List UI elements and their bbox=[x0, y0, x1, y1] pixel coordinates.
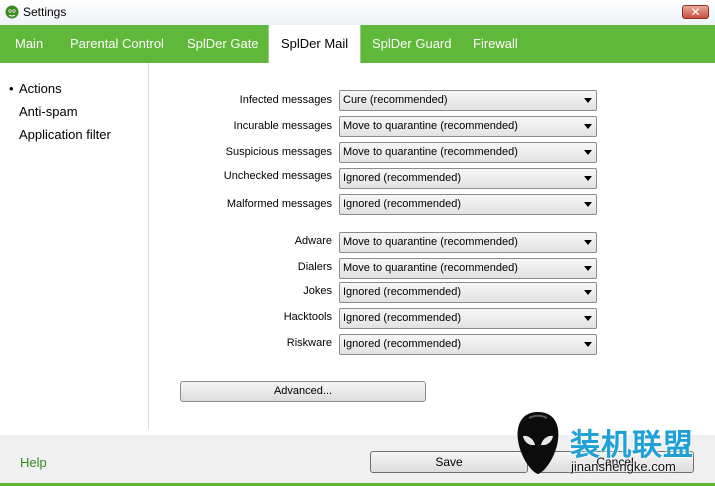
sidebar-item-anti-spam[interactable]: Anti-spam bbox=[19, 104, 78, 119]
select-value: Cure (recommended) bbox=[343, 94, 448, 106]
select-value: Move to quarantine (recommended) bbox=[343, 262, 518, 274]
save-button[interactable]: Save bbox=[370, 451, 528, 473]
sidebar-item-actions[interactable]: • Actions bbox=[9, 81, 62, 96]
spider-app-icon bbox=[5, 5, 19, 19]
incurable-messages-select[interactable]: Move to quarantine (recommended) bbox=[339, 116, 597, 137]
select-value: Ignored (recommended) bbox=[343, 172, 462, 184]
watermark-url-text: jinanshengke.com bbox=[571, 459, 676, 474]
tab-parental-control[interactable]: Parental Control bbox=[70, 25, 164, 63]
infected-messages-select[interactable]: Cure (recommended) bbox=[339, 90, 597, 111]
jokes-select[interactable]: Ignored (recommended) bbox=[339, 282, 597, 303]
close-button[interactable]: ✕ bbox=[682, 5, 709, 19]
adware-label: Adware bbox=[294, 235, 332, 247]
unchecked-messages-select[interactable]: Ignored (recommended) bbox=[339, 168, 597, 189]
suspicious-messages-select[interactable]: Move to quarantine (recommended) bbox=[339, 142, 597, 163]
dropdown-arrow-icon bbox=[584, 240, 592, 245]
hacktools-label: Hacktools bbox=[283, 311, 332, 323]
dialers-select[interactable]: Move to quarantine (recommended) bbox=[339, 258, 597, 279]
title-bar: Settings ✕ bbox=[0, 0, 715, 26]
dropdown-arrow-icon bbox=[584, 266, 592, 271]
select-value: Move to quarantine (recommended) bbox=[343, 236, 518, 248]
riskware-label: Riskware bbox=[286, 337, 332, 349]
dropdown-arrow-icon bbox=[584, 202, 592, 207]
dropdown-arrow-icon bbox=[584, 290, 592, 295]
dropdown-arrow-icon bbox=[584, 176, 592, 181]
dropdown-arrow-icon bbox=[584, 98, 592, 103]
sidebar: • Actions Anti-spam Application filter bbox=[0, 63, 149, 429]
tab-bar: Main Parental Control SplDer Gate SplDer… bbox=[0, 25, 715, 63]
selected-bullet: • bbox=[9, 81, 14, 96]
hacktools-select[interactable]: Ignored (recommended) bbox=[339, 308, 597, 329]
adware-select[interactable]: Move to quarantine (recommended) bbox=[339, 232, 597, 253]
riskware-select[interactable]: Ignored (recommended) bbox=[339, 334, 597, 355]
incurable-messages-label: Incurable messages bbox=[233, 120, 332, 132]
dialers-label: Dialers bbox=[297, 261, 332, 273]
advanced-button[interactable]: Advanced... bbox=[180, 381, 426, 402]
sidebar-item-label: Actions bbox=[19, 81, 62, 96]
tab-main[interactable]: Main bbox=[15, 25, 43, 63]
select-value: Ignored (recommended) bbox=[343, 312, 462, 324]
alien-head-watermark-icon bbox=[517, 412, 559, 474]
tab-firewall[interactable]: Firewall bbox=[473, 25, 518, 63]
dropdown-arrow-icon bbox=[584, 342, 592, 347]
select-value: Ignored (recommended) bbox=[343, 286, 462, 298]
infected-messages-label: Infected messages bbox=[239, 94, 332, 106]
select-value: Move to quarantine (recommended) bbox=[343, 146, 518, 158]
suspicious-messages-label: Suspicious messages bbox=[225, 146, 332, 158]
select-value: Ignored (recommended) bbox=[343, 338, 462, 350]
dropdown-arrow-icon bbox=[584, 150, 592, 155]
unchecked-messages-label: Unchecked messages bbox=[223, 170, 332, 182]
sidebar-item-application-filter[interactable]: Application filter bbox=[19, 127, 111, 142]
tab-spider-gate[interactable]: SplDer Gate bbox=[187, 25, 259, 63]
select-value: Move to quarantine (recommended) bbox=[343, 120, 518, 132]
malformed-messages-label: Malformed messages bbox=[226, 198, 332, 210]
dropdown-arrow-icon bbox=[584, 124, 592, 129]
tab-spider-mail[interactable]: SplDer Mail bbox=[268, 25, 362, 63]
window-title: Settings bbox=[23, 5, 67, 19]
tab-spider-guard[interactable]: SplDer Guard bbox=[372, 25, 451, 63]
help-link[interactable]: Help bbox=[20, 455, 47, 470]
malformed-messages-select[interactable]: Ignored (recommended) bbox=[339, 194, 597, 215]
jokes-label: Jokes bbox=[303, 285, 332, 297]
select-value: Ignored (recommended) bbox=[343, 198, 462, 210]
settings-panel: • Actions Anti-spam Application filter I… bbox=[0, 63, 715, 435]
dropdown-arrow-icon bbox=[584, 316, 592, 321]
watermark-brand-text: 装机联盟 bbox=[570, 428, 694, 463]
